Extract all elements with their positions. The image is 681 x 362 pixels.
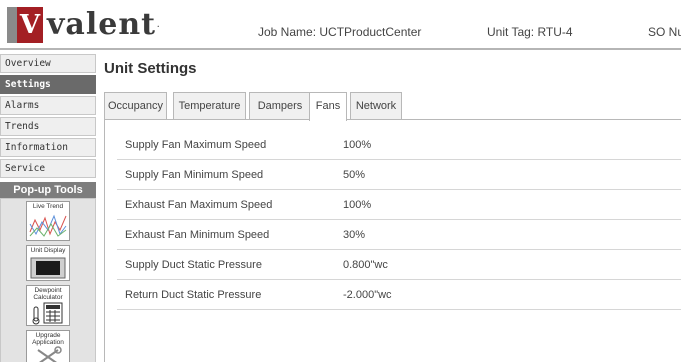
header-bar: V valent. Job Name: UCTProductCenter Uni… <box>0 0 681 50</box>
settings-tabs: Occupancy Temperature Dampers Fans Netwo… <box>104 92 681 121</box>
settings-row[interactable]: Supply Duct Static Pressure 0.800"wc <box>117 250 681 280</box>
row-value[interactable]: 100% <box>343 139 371 151</box>
row-label: Exhaust Fan Maximum Speed <box>125 199 273 211</box>
settings-row[interactable]: Supply Fan Minimum Speed 50% <box>117 160 681 190</box>
popup-tools-title: Pop-up Tools <box>0 182 96 198</box>
unit-tag: Unit Tag: RTU-4 <box>487 25 573 39</box>
row-value[interactable]: 0.800"wc <box>343 259 388 271</box>
sidebar-item-overview[interactable]: Overview <box>0 54 96 73</box>
row-label: Return Duct Static Pressure <box>125 289 262 301</box>
tab-network[interactable]: Network <box>350 92 402 120</box>
row-label: Supply Fan Minimum Speed <box>125 169 264 181</box>
row-label: Exhaust Fan Minimum Speed <box>125 229 270 241</box>
settings-row[interactable]: Exhaust Fan Minimum Speed 30% <box>117 220 681 250</box>
sidebar-item-alarms[interactable]: Alarms <box>0 96 96 115</box>
settings-row[interactable]: Exhaust Fan Maximum Speed 100% <box>117 190 681 220</box>
tab-temperature[interactable]: Temperature <box>173 92 246 120</box>
row-label: Supply Fan Maximum Speed <box>125 139 267 151</box>
row-value[interactable]: 50% <box>343 169 365 181</box>
logo-mark: . <box>157 20 161 29</box>
upgrade-application-tool[interactable]: Upgrade Application <box>26 330 70 362</box>
settings-row[interactable]: Return Duct Static Pressure -2.000"wc <box>117 280 681 310</box>
settings-row[interactable]: Supply Fan Maximum Speed 100% <box>117 130 681 160</box>
logo-v-mark: V <box>17 7 43 43</box>
so-number: SO Nu <box>648 25 681 39</box>
tab-dampers[interactable]: Dampers <box>249 92 311 120</box>
live-trend-label: Live Trend <box>32 203 64 210</box>
sidebar-item-information[interactable]: Information <box>0 138 96 157</box>
sidebar: Overview Settings Alarms Trends Informat… <box>0 54 96 362</box>
row-value[interactable]: 30% <box>343 229 365 241</box>
live-trend-icon <box>29 214 67 237</box>
calculator-icon <box>32 302 63 325</box>
live-trend-tool[interactable]: Live Trend <box>26 201 70 241</box>
page-title: Unit Settings <box>104 60 197 77</box>
sidebar-item-trends[interactable]: Trends <box>0 117 96 136</box>
dewpoint-calculator-label: Dewpoint Calculator <box>33 287 63 301</box>
unit-display-tool[interactable]: Unit Display <box>26 245 70 281</box>
wrench-icon <box>37 346 62 362</box>
logo-wordmark: valent. <box>47 7 160 43</box>
dewpoint-calculator-tool[interactable]: Dewpoint Calculator <box>26 285 70 326</box>
row-value[interactable]: 100% <box>343 199 371 211</box>
logo-bar <box>7 7 17 43</box>
popup-tools-panel: Live Trend Unit Display Dewpoint Calcula… <box>0 198 96 362</box>
valent-logo: V valent. <box>7 7 160 43</box>
sidebar-item-service[interactable]: Service <box>0 159 96 178</box>
tab-occupancy[interactable]: Occupancy <box>104 92 167 120</box>
row-value[interactable]: -2.000"wc <box>343 289 392 301</box>
fans-settings-panel: Supply Fan Maximum Speed 100% Supply Fan… <box>104 119 681 362</box>
monitor-icon <box>30 257 66 279</box>
job-name: Job Name: UCTProductCenter <box>258 25 422 39</box>
tab-fans[interactable]: Fans <box>309 92 347 121</box>
sidebar-item-settings[interactable]: Settings <box>0 75 96 94</box>
row-label: Supply Duct Static Pressure <box>125 259 262 271</box>
logo-text: valent <box>47 7 157 42</box>
unit-display-label: Unit Display <box>30 247 66 254</box>
upgrade-application-label: Upgrade Application <box>32 332 64 346</box>
main-content: Unit Settings Occupancy Temperature Damp… <box>104 54 681 362</box>
